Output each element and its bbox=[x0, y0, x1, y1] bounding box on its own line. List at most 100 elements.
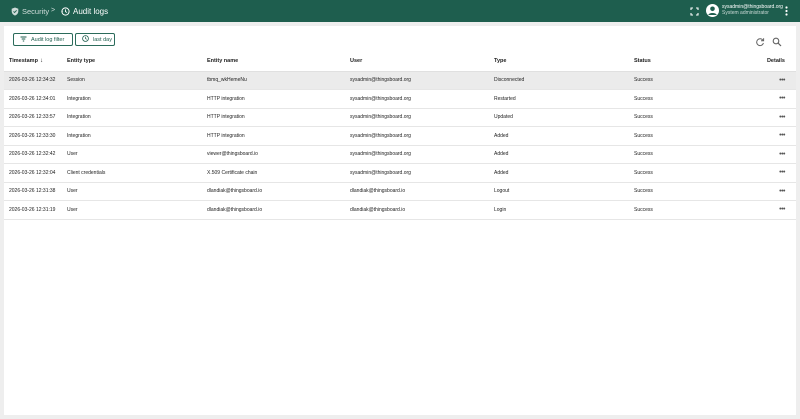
cell-timestamp: 2026-03-26 12:32:04 bbox=[4, 163, 67, 183]
cell-type: Disconnected bbox=[494, 71, 634, 90]
more-horiz-icon[interactable]: ••• bbox=[779, 169, 785, 176]
filter-label: Audit log filter bbox=[31, 36, 65, 43]
cell-timestamp: 2026-03-26 12:34:32 bbox=[4, 71, 67, 90]
table-row[interactable]: 2026-03-26 12:31:38 User dlandiak@things… bbox=[4, 182, 796, 201]
cell-user: sysadmin@thingsboard.org bbox=[350, 126, 494, 146]
cell-user: sysadmin@thingsboard.org bbox=[350, 89, 494, 109]
time-window-label: last day bbox=[93, 36, 112, 43]
cell-entity-name: viewer@thingsboard.io bbox=[207, 145, 350, 164]
top-toolbar: Security > Audit logs sysadmin@thingsboa… bbox=[0, 0, 800, 22]
cell-entity-type: Session bbox=[67, 71, 207, 90]
more-horiz-icon[interactable]: ••• bbox=[779, 114, 785, 121]
cell-type: Added bbox=[494, 163, 634, 183]
cell-user: sysadmin@thingsboard.org bbox=[350, 71, 494, 90]
cell-timestamp: 2026-03-26 12:34:01 bbox=[4, 89, 67, 109]
column-header-label: Timestamp bbox=[9, 57, 38, 64]
cell-entity-name: X.509 Certificate chain bbox=[207, 163, 350, 183]
cell-type: Logout bbox=[494, 182, 634, 201]
cell-user: dlandiak@thingsboard.io bbox=[350, 182, 494, 201]
more-horiz-icon[interactable]: ••• bbox=[779, 77, 785, 84]
cell-entity-name: dlandiak@thingsboard.io bbox=[207, 182, 350, 201]
column-header-user[interactable]: User bbox=[350, 51, 494, 72]
table-row[interactable]: 2026-03-26 12:34:32 Session tbmq_wkHemeN… bbox=[4, 71, 796, 90]
cell-timestamp: 2026-03-26 12:32:42 bbox=[4, 145, 67, 164]
details-cell: ••• bbox=[757, 108, 796, 127]
breadcrumb-security[interactable]: Security bbox=[11, 4, 49, 18]
cell-entity-type: Integration bbox=[67, 89, 207, 109]
details-cell: ••• bbox=[757, 71, 796, 90]
details-cell: ••• bbox=[757, 145, 796, 164]
details-cell: ••• bbox=[757, 182, 796, 201]
cell-entity-name: tbmq_wkHemeNu bbox=[207, 71, 350, 90]
details-cell: ••• bbox=[757, 163, 796, 183]
refresh-icon[interactable] bbox=[755, 34, 765, 47]
breadcrumb-separator: > bbox=[51, 7, 56, 14]
cell-entity-type: Client credentials bbox=[67, 163, 207, 183]
column-header-entity-name[interactable]: Entity name bbox=[207, 51, 350, 72]
column-header-details: Details bbox=[757, 51, 796, 72]
cell-type: Added bbox=[494, 145, 634, 164]
cell-entity-name: dlandiak@thingsboard.io bbox=[207, 200, 350, 220]
shield-icon bbox=[11, 7, 19, 16]
cell-user: sysadmin@thingsboard.org bbox=[350, 163, 494, 183]
page-title: Audit logs bbox=[73, 6, 109, 16]
column-header-type[interactable]: Type bbox=[494, 51, 634, 72]
cell-type: Updated bbox=[494, 108, 634, 127]
cell-entity-type: User bbox=[67, 182, 207, 201]
cell-status: Success bbox=[634, 163, 757, 183]
arrow-down-icon: ↓ bbox=[39, 57, 43, 64]
details-cell: ••• bbox=[757, 126, 796, 146]
cell-status: Success bbox=[634, 108, 757, 127]
cell-timestamp: 2026-03-26 12:31:38 bbox=[4, 182, 67, 201]
cell-type: Login bbox=[494, 200, 634, 220]
account-circle-icon[interactable] bbox=[706, 4, 719, 17]
breadcrumb-current: Audit logs bbox=[61, 4, 108, 18]
cell-status: Success bbox=[634, 126, 757, 146]
column-header-entity-type[interactable]: Entity type bbox=[67, 51, 207, 72]
column-header-timestamp[interactable]: Timestamp ↓ bbox=[4, 51, 67, 72]
time-window-button[interactable]: last day bbox=[75, 33, 115, 46]
filter-icon bbox=[20, 36, 27, 44]
more-horiz-icon[interactable]: ••• bbox=[779, 188, 785, 195]
details-cell: ••• bbox=[757, 89, 796, 109]
cell-entity-name: HTTP integration bbox=[207, 108, 350, 127]
more-horiz-icon[interactable]: ••• bbox=[779, 206, 785, 213]
cell-status: Success bbox=[634, 145, 757, 164]
audit-logs-card: Audit log filter last day Timestamp ↓ Ent… bbox=[4, 26, 796, 415]
audit-log-icon bbox=[61, 6, 70, 16]
cell-user: sysadmin@thingsboard.org bbox=[350, 145, 494, 164]
audit-log-table: Timestamp ↓ Entity type Entity name User … bbox=[4, 51, 796, 220]
search-icon[interactable] bbox=[772, 34, 782, 47]
cell-type: Restarted bbox=[494, 89, 634, 109]
table-row[interactable]: 2026-03-26 12:32:04 Client credentials X… bbox=[4, 163, 796, 183]
cell-user: sysadmin@thingsboard.org bbox=[350, 108, 494, 127]
cell-entity-name: HTTP integration bbox=[207, 126, 350, 146]
cell-user: dlandiak@thingsboard.io bbox=[350, 200, 494, 220]
cell-timestamp: 2026-03-26 12:31:19 bbox=[4, 200, 67, 220]
table-header-row: Timestamp ↓ Entity type Entity name User … bbox=[4, 51, 796, 72]
table-row[interactable]: 2026-03-26 12:34:01 Integration HTTP int… bbox=[4, 89, 796, 109]
cell-timestamp: 2026-03-26 12:33:30 bbox=[4, 126, 67, 146]
more-horiz-icon[interactable]: ••• bbox=[779, 132, 785, 139]
cell-entity-type: User bbox=[67, 145, 207, 164]
table-row[interactable]: 2026-03-26 12:33:57 Integration HTTP int… bbox=[4, 108, 796, 127]
breadcrumb-label: Security bbox=[22, 6, 50, 16]
user-menu[interactable]: sysadmin@thingsboard.org System administ… bbox=[722, 4, 783, 16]
fullscreen-icon[interactable] bbox=[688, 5, 700, 17]
cell-status: Success bbox=[634, 71, 757, 90]
cell-entity-type: User bbox=[67, 200, 207, 220]
cell-status: Success bbox=[634, 200, 757, 220]
audit-log-filter-button[interactable]: Audit log filter bbox=[13, 33, 73, 46]
details-cell: ••• bbox=[757, 200, 796, 220]
table-row[interactable]: 2026-03-26 12:32:42 User viewer@thingsbo… bbox=[4, 145, 796, 164]
clock-icon bbox=[82, 35, 89, 44]
cell-type: Added bbox=[494, 126, 634, 146]
more-horiz-icon[interactable]: ••• bbox=[779, 151, 785, 158]
more-vert-icon[interactable] bbox=[780, 5, 792, 17]
cell-entity-type: Integration bbox=[67, 108, 207, 127]
cell-status: Success bbox=[634, 182, 757, 201]
more-horiz-icon[interactable]: ••• bbox=[779, 95, 785, 102]
column-header-status[interactable]: Status bbox=[634, 51, 757, 72]
table-row[interactable]: 2026-03-26 12:31:19 User dlandiak@things… bbox=[4, 200, 796, 220]
table-row[interactable]: 2026-03-26 12:33:30 Integration HTTP int… bbox=[4, 126, 796, 146]
